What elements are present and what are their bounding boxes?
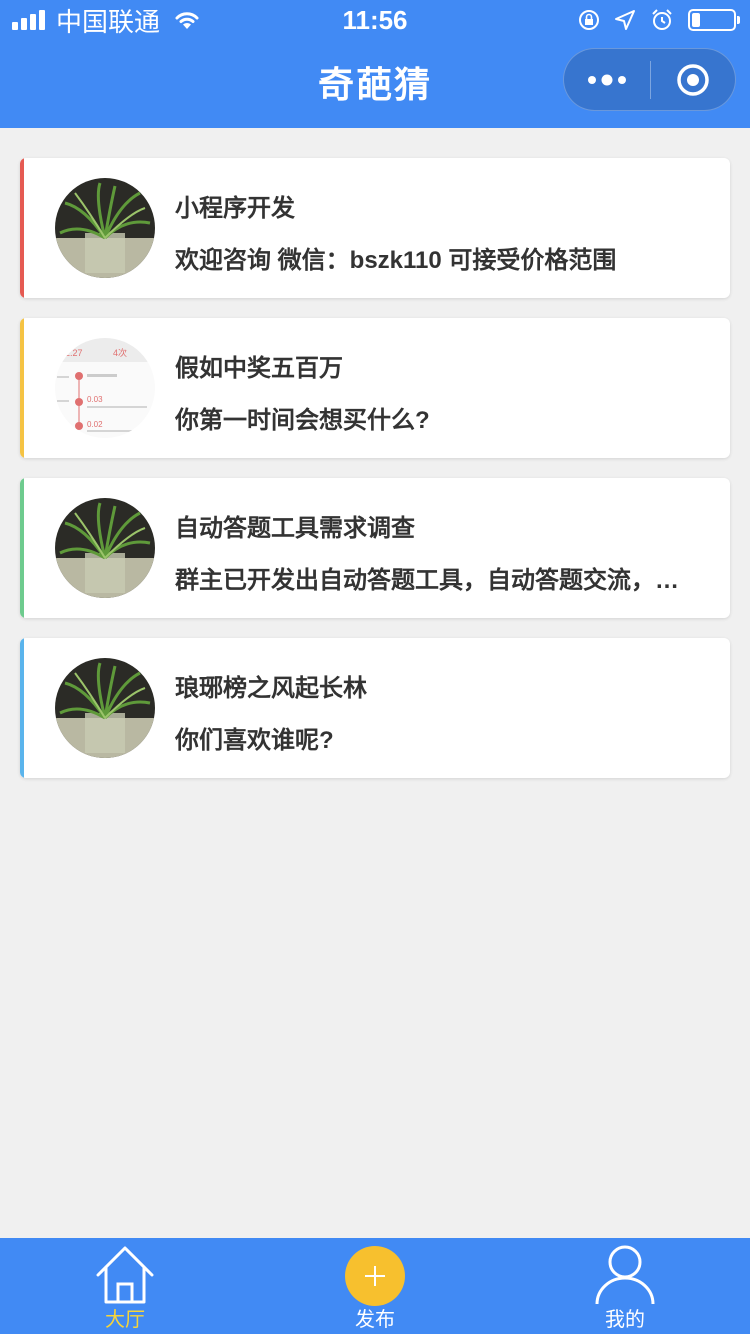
plant-photo-avatar xyxy=(55,658,155,758)
tab-label: 大厅 xyxy=(105,1309,145,1331)
rotation-lock-icon xyxy=(579,10,599,30)
card-title: 假如中奖五百万 xyxy=(175,355,343,382)
alarm-icon xyxy=(652,9,672,30)
location-icon xyxy=(615,10,635,30)
thumb-value-4: 0.02 xyxy=(87,420,103,429)
close-miniprogram-button[interactable] xyxy=(651,63,735,97)
tab-bar: 大厅 发布 我的 xyxy=(0,1238,750,1334)
tab-label: 我的 xyxy=(605,1309,645,1331)
tab-mine[interactable]: 我的 xyxy=(500,1238,750,1334)
user-icon xyxy=(595,1245,655,1305)
tab-hall[interactable]: 大厅 xyxy=(0,1238,250,1334)
battery-icon xyxy=(688,9,740,31)
card-description: 欢迎咨询 微信：bszk110 可接受价格范围 xyxy=(175,247,617,274)
card-stripe xyxy=(20,478,24,618)
publish-button[interactable] xyxy=(345,1246,405,1306)
tab-publish[interactable]: 发布 xyxy=(250,1238,500,1334)
topic-card[interactable]: 琅琊榜之风起长林 你们喜欢谁呢? xyxy=(20,638,730,778)
card-description: 群主已开发出自动答题工具，自动答题交流，… xyxy=(175,567,679,594)
card-title: 小程序开发 xyxy=(175,195,295,222)
card-title: 琅琊榜之风起长林 xyxy=(175,675,367,702)
plant-photo-avatar xyxy=(55,178,155,278)
screenshot-thumbnail-avatar: 2.27 4次 0.03 0.02 xyxy=(55,338,155,438)
thumb-value-1: 2.27 xyxy=(65,348,83,358)
capsule-menu xyxy=(563,48,736,111)
topic-list: 小程序开发 欢迎咨询 微信：bszk110 可接受价格范围 2.27 4次 0.… xyxy=(20,158,730,798)
plus-icon xyxy=(365,1266,385,1286)
topic-card[interactable]: 自动答题工具需求调查 群主已开发出自动答题工具，自动答题交流，… xyxy=(20,478,730,618)
card-stripe xyxy=(20,638,24,778)
home-icon xyxy=(96,1246,154,1304)
status-bar: 中国联通 11:56 xyxy=(0,0,750,40)
card-description: 你第一时间会想买什么? xyxy=(175,407,430,434)
thumb-value-2: 4次 xyxy=(113,347,127,358)
thumb-value-3: 0.03 xyxy=(87,395,103,404)
topic-card[interactable]: 小程序开发 欢迎咨询 微信：bszk110 可接受价格范围 xyxy=(20,158,730,298)
card-title: 自动答题工具需求调查 xyxy=(175,515,415,542)
card-stripe xyxy=(20,318,24,458)
card-stripe xyxy=(20,158,24,298)
tab-label: 发布 xyxy=(355,1309,395,1331)
plant-photo-avatar xyxy=(55,498,155,598)
more-button[interactable] xyxy=(564,74,650,86)
topic-card[interactable]: 2.27 4次 0.03 0.02 假如中奖五百万 你第一时间会想买什么? xyxy=(20,318,730,458)
nav-header: 中国联通 11:56 奇葩猜 xyxy=(0,0,750,128)
card-description: 你们喜欢谁呢? xyxy=(175,727,334,754)
target-icon xyxy=(677,63,709,96)
more-dots-icon xyxy=(588,74,626,85)
